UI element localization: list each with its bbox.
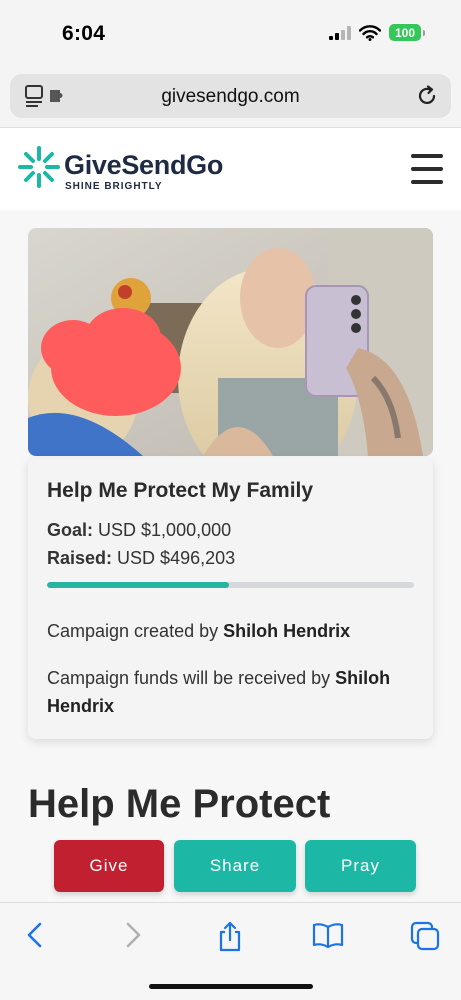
status-icons: 100 (329, 24, 425, 41)
tabs-icon[interactable] (410, 921, 440, 951)
status-time: 6:04 (62, 22, 106, 45)
campaign-heading: Help Me Protect (28, 782, 331, 826)
battery-cap (423, 29, 425, 36)
menu-line (411, 154, 443, 158)
address-bar[interactable]: givesendgo.com (10, 74, 451, 118)
cellular-signal-icon (329, 25, 351, 40)
menu-line (411, 180, 443, 184)
givesendgo-logo-icon[interactable] (18, 146, 60, 188)
home-indicator (149, 984, 313, 989)
brand-name[interactable]: GiveSendGo (64, 150, 223, 181)
give-button[interactable]: Give (54, 840, 164, 892)
campaign-creator: Campaign created by Shiloh Hendrix (47, 617, 417, 645)
campaign-photo-illustration (28, 228, 433, 456)
browser-chrome: givesendgo.com (0, 62, 461, 128)
status-bar: 6:04 100 (0, 0, 461, 62)
creator-prefix: Campaign created by (47, 621, 219, 641)
wifi-icon (359, 24, 381, 41)
campaign-summary-card: Help Me Protect My Family Goal: USD $1,0… (28, 458, 433, 739)
pray-button[interactable]: Pray (305, 840, 416, 892)
goal-value: USD $1,000,000 (98, 520, 232, 540)
site-header: GiveSendGo SHINE BRIGHTLY (0, 128, 461, 210)
brand-tagline: SHINE BRIGHTLY (65, 181, 163, 192)
funding-progress-bar (47, 582, 414, 588)
battery-indicator: 100 (389, 24, 421, 41)
campaign-photo (28, 228, 433, 456)
back-icon[interactable] (24, 921, 46, 949)
goal-label: Goal: (47, 520, 94, 540)
url-text: givesendgo.com (161, 86, 300, 107)
share-icon[interactable] (216, 921, 244, 953)
bookmarks-icon[interactable] (312, 921, 344, 949)
raised-line: Raised: USD $496,203 (47, 548, 235, 569)
forward-icon[interactable] (122, 921, 144, 949)
goal-line: Goal: USD $1,000,000 (47, 520, 231, 541)
recipient-prefix: Campaign funds will be received by (47, 668, 331, 688)
raised-label: Raised: (47, 548, 113, 568)
creator-name[interactable]: Shiloh Hendrix (223, 621, 350, 641)
campaign-title: Help Me Protect My Family (47, 479, 314, 502)
reload-icon[interactable] (415, 84, 439, 108)
funding-progress-fill (47, 582, 230, 588)
campaign-recipient: Campaign funds will be received by Shilo… (47, 664, 417, 720)
hamburger-menu-icon[interactable] (411, 154, 443, 184)
share-button[interactable]: Share (174, 840, 296, 892)
menu-line (411, 167, 443, 171)
raised-value: USD $496,203 (117, 548, 236, 568)
